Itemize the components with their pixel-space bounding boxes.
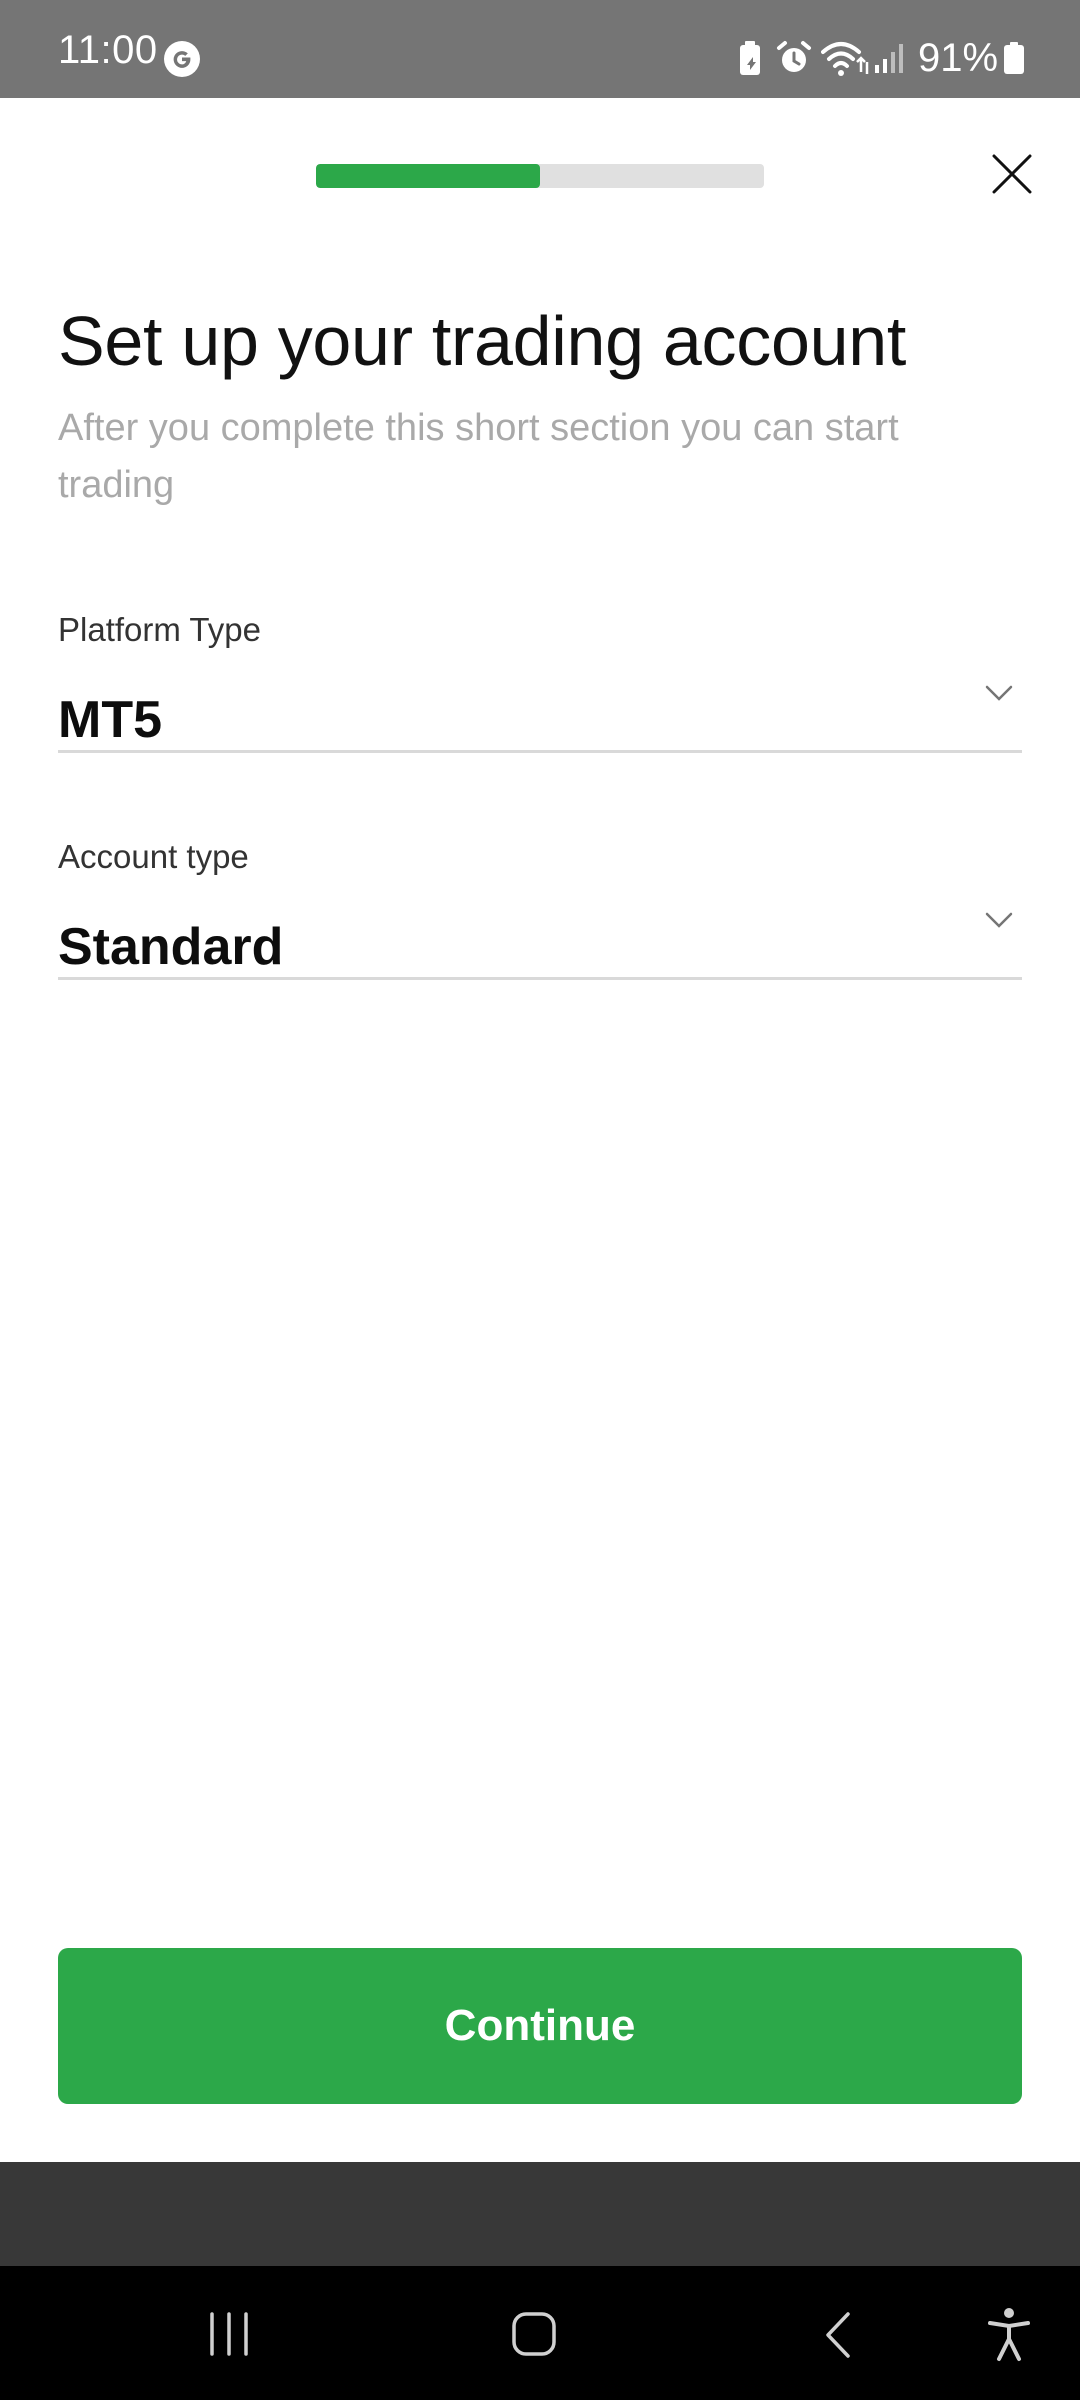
chevron-down-icon <box>985 912 1013 928</box>
alarm-icon <box>777 41 811 72</box>
battery-icon <box>1004 42 1024 74</box>
status-time: 11:00 <box>58 28 158 72</box>
page-title: Set up your trading account <box>58 302 906 380</box>
continue-button[interactable]: Continue <box>58 1948 1022 2104</box>
status-icons <box>735 36 907 80</box>
accessibility-icon[interactable] <box>986 2306 1032 2362</box>
field-underline <box>58 750 1022 753</box>
recent-apps-icon[interactable] <box>206 2312 252 2356</box>
navigation-bar <box>0 2266 1080 2400</box>
platform-type-label: Platform Type <box>58 611 261 648</box>
account-type-label: Account type <box>58 838 249 875</box>
screen: 11:00 91% Set up your trading account Af… <box>0 0 1080 2400</box>
progress-bar <box>316 164 764 188</box>
chevron-down-icon <box>985 685 1013 701</box>
close-icon[interactable] <box>990 152 1034 196</box>
progress-fill <box>316 164 540 188</box>
platform-type-value: MT5 <box>58 691 162 749</box>
bottom-strip <box>0 2162 1080 2266</box>
status-bar: 11:00 91% <box>0 0 1080 98</box>
back-icon[interactable] <box>820 2310 856 2360</box>
google-g-icon <box>164 41 200 77</box>
battery-saver-icon <box>740 41 760 75</box>
battery-percent: 91% <box>918 36 999 80</box>
page-subtitle: After you complete this short section yo… <box>58 407 899 506</box>
home-icon[interactable] <box>510 2310 558 2358</box>
field-underline <box>58 977 1022 980</box>
account-type-value: Standard <box>58 918 284 976</box>
wifi-icon <box>821 42 869 76</box>
signal-icon <box>875 44 903 73</box>
